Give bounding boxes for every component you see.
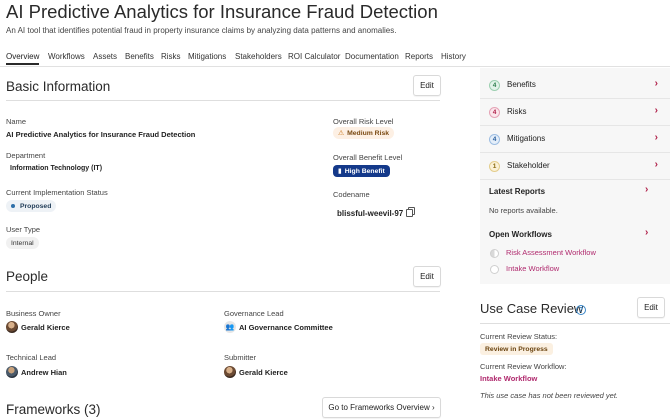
business-owner-value: Gerald Kierce [21,323,70,332]
count-badge: 4 [489,80,500,91]
sidebar-item-label: Stakeholder [507,161,550,170]
count-badge: 1 [489,161,500,172]
chevron-right-icon[interactable]: › [645,227,648,238]
people-edit-button[interactable]: Edit [413,266,441,287]
technical-lead-value: Andrew Hian [21,368,67,377]
sidebar-item-label: Benefits [507,80,536,89]
governance-lead-label: Governance Lead [224,309,284,318]
user-type-label: User Type [6,225,41,234]
tab-roi-calculator[interactable]: ROI Calculator [288,52,340,61]
tab-reports[interactable]: Reports [405,52,433,61]
sidebar-item-mitigations[interactable]: 4 Mitigations › [480,126,670,153]
chevron-right-icon: › [654,105,658,116]
chevron-right-icon[interactable]: › [645,184,648,195]
chevron-right-icon: › [654,159,658,170]
risk-level-badge: ⚠ Medium Risk [333,127,395,139]
department-label: Department [6,151,46,160]
review-status-value: Review in Progress [485,345,548,353]
workflow-progress-icon [490,249,499,258]
tab-risks[interactable]: Risks [161,52,181,61]
use-case-review-title: Use Case Review [480,301,584,316]
risk-level-value: Medium Risk [347,129,390,137]
review-status-label: Current Review Status: [480,332,558,341]
avatar [224,366,236,378]
submitter-label: Submitter [224,353,257,362]
sidebar-item-risks[interactable]: 4 Risks › [480,99,670,126]
benefit-level-label: Overall Benefit Level [333,153,403,162]
review-status-badge: Review in Progress [480,343,553,355]
workflow-progress-icon [490,265,499,274]
status-value: Proposed [20,202,52,210]
name-label: Name [6,117,27,126]
go-to-frameworks-button[interactable]: Go to Frameworks Overview › [322,397,441,418]
benefit-level-value: High Benefit [344,167,385,175]
frameworks-title: Frameworks (3) [6,402,101,417]
divider [6,291,440,292]
sidebar-item-label: Risks [507,107,527,116]
divider [480,323,670,324]
bar-chart-icon: ▮ [338,168,342,175]
tab-assets[interactable]: Assets [93,52,117,61]
tab-documentation[interactable]: Documentation [345,52,399,61]
page-title: AI Predictive Analytics for Insurance Fr… [6,1,438,22]
sidebar-item-benefits[interactable]: 4 Benefits › [480,72,670,99]
basic-information-title: Basic Information [6,79,111,94]
sidebar-item-label: Mitigations [507,134,546,143]
business-owner-label: Business Owner [6,309,61,318]
tab-bar: Overview Workflows Assets Benefits Risks… [0,49,670,67]
review-edit-button[interactable]: Edit [637,297,665,318]
copy-icon[interactable] [406,207,416,218]
warning-icon: ⚠ [338,130,345,137]
tab-workflows[interactable]: Workflows [48,52,85,61]
tab-history[interactable]: History [441,52,466,61]
user-type-badge: Internal [6,237,39,249]
people-title: People [6,269,49,284]
count-badge: 4 [489,134,500,145]
user-type-value: Internal [11,239,34,247]
help-icon[interactable]: ? [576,305,586,315]
review-note: This use case has not been reviewed yet. [480,391,618,400]
review-workflow-link[interactable]: Intake Workflow [480,374,537,383]
tab-stakeholders[interactable]: Stakeholders [235,52,282,61]
avatar [6,366,18,378]
status-dot-icon [11,204,15,208]
codename-value: blissful-weevil-97 [337,209,404,218]
codename-label: Codename [333,190,370,199]
avatar [6,321,18,333]
status-badge: Proposed [6,200,57,212]
count-badge: 4 [489,107,500,118]
divider [6,100,440,101]
workflow-link-intake[interactable]: Intake Workflow [506,264,559,273]
tab-benefits[interactable]: Benefits [125,52,154,61]
technical-lead-label: Technical Lead [6,353,57,362]
risk-level-label: Overall Risk Level [333,117,394,126]
submitter-value: Gerald Kierce [239,368,288,377]
tab-mitigations[interactable]: Mitigations [188,52,226,61]
benefit-level-badge: ▮ High Benefit [333,165,390,177]
open-workflows-label: Open Workflows [489,230,552,239]
workflow-link-risk-assessment[interactable]: Risk Assessment Workflow [506,248,596,257]
basic-info-edit-button[interactable]: Edit [413,75,441,96]
department-value: Information Technology (IT) [10,165,103,172]
governance-lead-value: AI Governance Committee [239,323,333,332]
name-value: AI Predictive Analytics for Insurance Fr… [6,130,196,139]
chevron-right-icon: › [654,132,658,143]
latest-reports-label: Latest Reports [489,187,546,196]
page-description: An AI tool that identifies potential fra… [6,26,397,35]
no-reports-text: No reports available. [489,206,558,215]
tab-overview[interactable]: Overview [6,52,40,65]
status-label: Current Implementation Status [6,188,108,197]
sidebar-item-stakeholder[interactable]: 1 Stakeholder › [480,153,670,180]
team-icon: 👥 [224,321,236,333]
review-workflow-label: Current Review Workflow: [480,362,567,371]
chevron-right-icon: › [654,78,658,89]
